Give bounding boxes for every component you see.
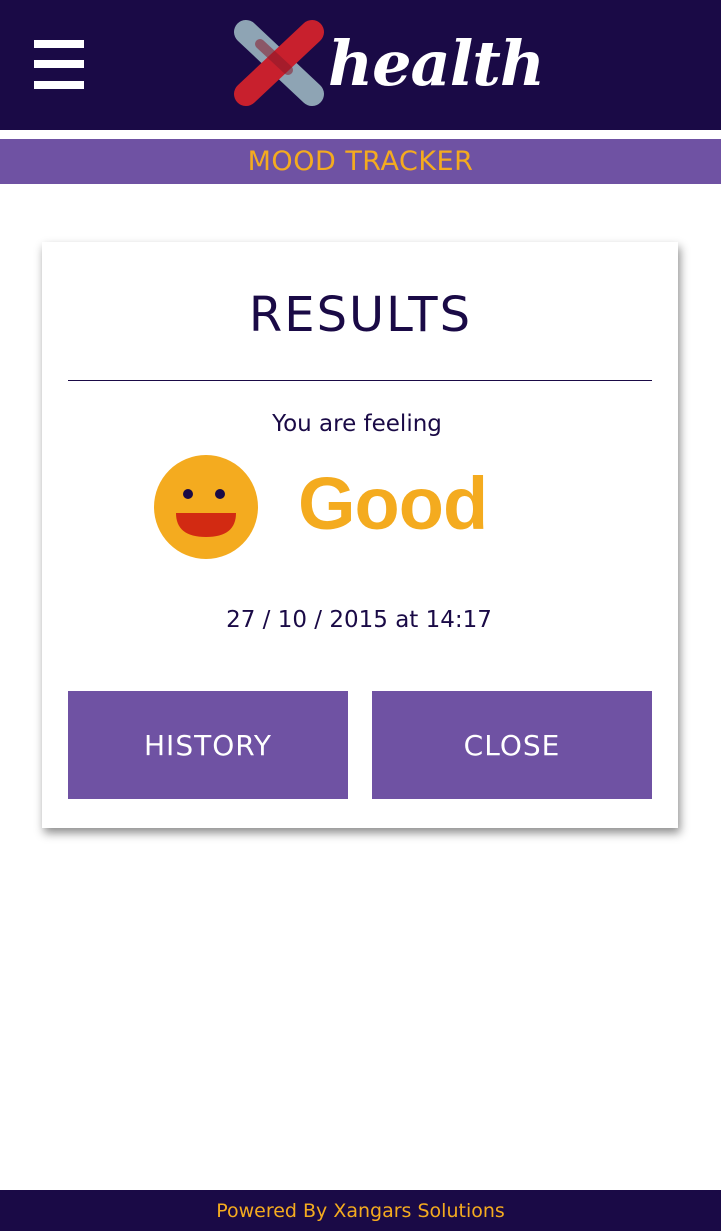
app-logo: health <box>230 18 545 110</box>
section-title-bar: MOOD TRACKER <box>0 139 721 184</box>
logo-wordmark: health <box>328 27 545 100</box>
feeling-label: You are feeling <box>272 411 442 437</box>
footer: Powered By Xangars Solutions <box>0 1190 721 1231</box>
menu-bar-bottom <box>34 81 84 89</box>
x-cross-logo-icon <box>234 20 324 106</box>
divider <box>68 380 652 381</box>
close-button[interactable]: CLOSE <box>372 691 652 799</box>
footer-credit: Powered By Xangars Solutions <box>216 1199 505 1222</box>
hamburger-menu-icon[interactable] <box>34 40 86 90</box>
happy-face-icon <box>154 455 258 559</box>
menu-bar-top <box>34 40 84 48</box>
mood-label: Good <box>298 462 488 545</box>
app-header: health <box>0 0 721 130</box>
results-title: RESULTS <box>248 287 473 343</box>
section-title: MOOD TRACKER <box>247 146 474 177</box>
history-button[interactable]: HISTORY <box>68 691 348 799</box>
menu-bar-middle <box>34 60 84 68</box>
result-timestamp: 27 / 10 / 2015 at 14:17 <box>226 607 492 633</box>
